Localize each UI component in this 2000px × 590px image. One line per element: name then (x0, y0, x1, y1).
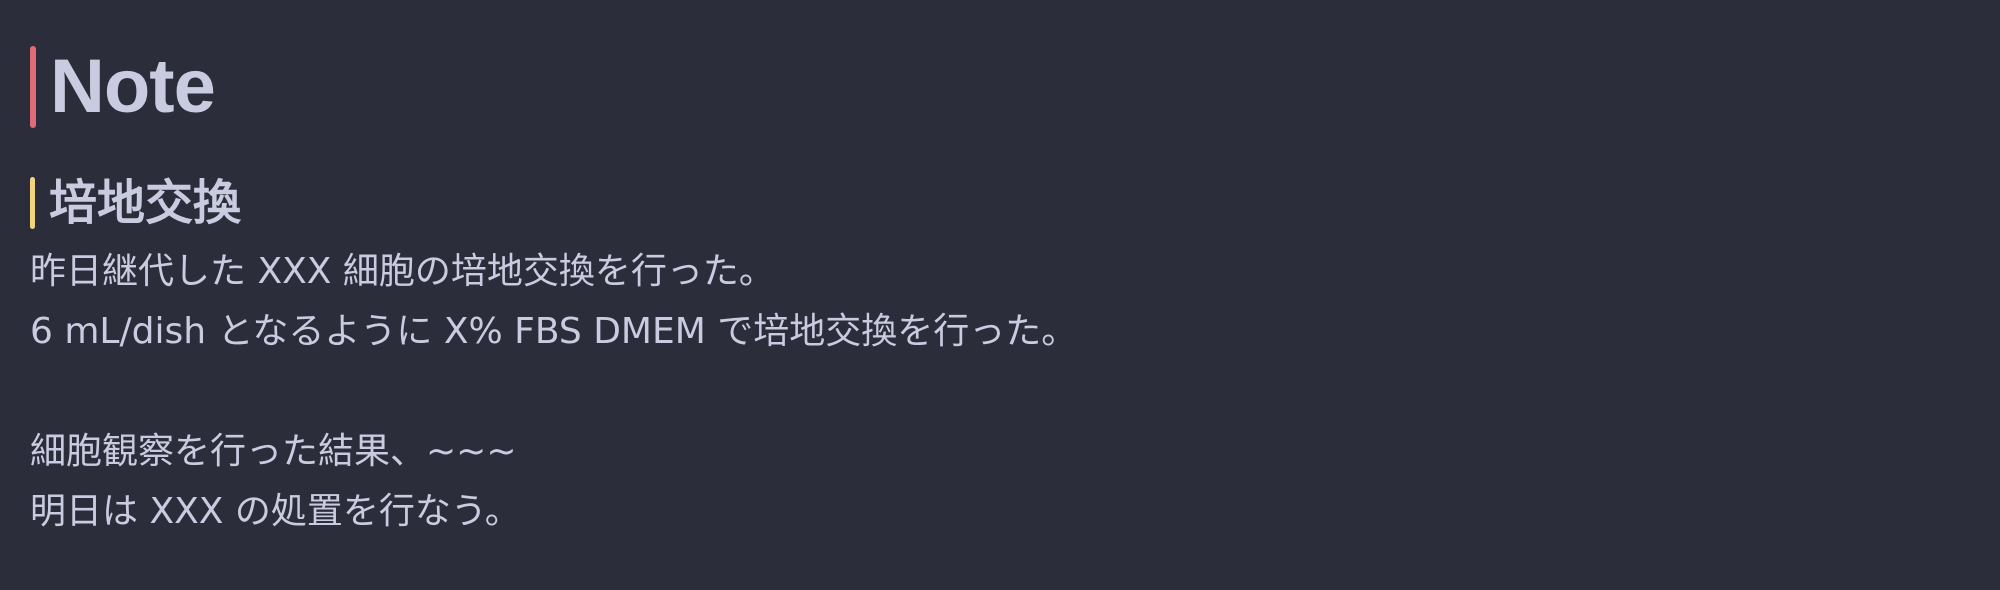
section-heading: 培地交換 (30, 175, 241, 231)
page-title: Note (50, 44, 216, 129)
body-line: 6 mL/dish となるように X% FBS DMEM で培地交換を行った。 (30, 311, 1078, 352)
section-title: 培地交換 (49, 175, 242, 231)
note-page: Note 培地交換 昨日継代した XXX 細胞の培地交換を行った。 6 mL/d… (0, 0, 2000, 590)
body-line: 明日は XXX の処置を行なう。 (30, 491, 521, 532)
note-body: 昨日継代した XXX 細胞の培地交換を行った。 6 mL/dish となるように… (30, 242, 1930, 542)
body-line: 細胞観察を行った結果、~~~ (30, 431, 517, 472)
title-accent-bar (30, 46, 36, 128)
section-accent-bar (30, 177, 35, 229)
note-title-heading: Note (30, 44, 216, 129)
body-line: 昨日継代した XXX 細胞の培地交換を行った。 (30, 251, 775, 292)
